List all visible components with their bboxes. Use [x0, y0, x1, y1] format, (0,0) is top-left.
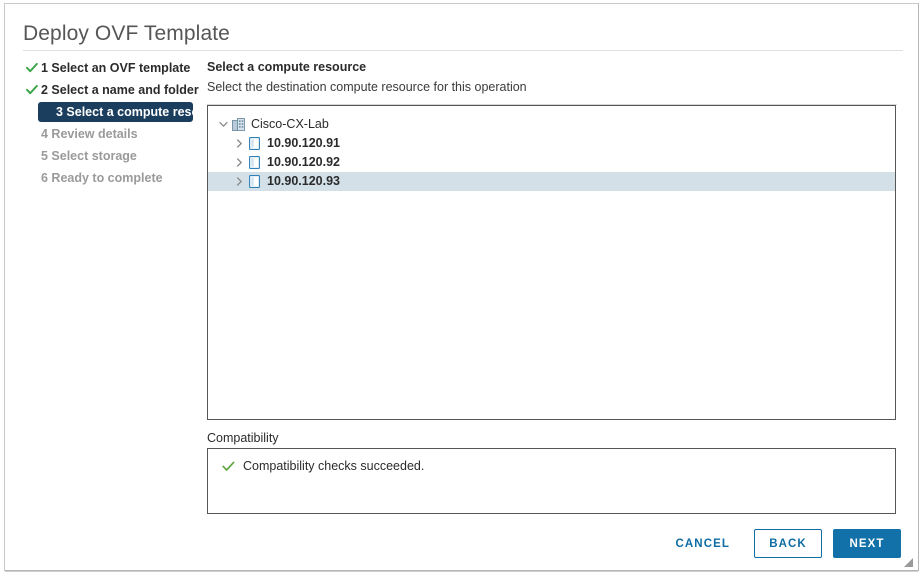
chevron-right-icon[interactable] [232, 134, 246, 153]
tree-item-10-90-120-92[interactable]: 10.90.120.92 [208, 153, 895, 172]
dialog-footer: CANCEL BACK NEXT [661, 529, 901, 558]
wizard-step-label: 4 Review details [41, 127, 138, 141]
wizard-step-4[interactable]: 4 Review details [23, 124, 195, 145]
compatibility-message: Compatibility checks succeeded. [243, 459, 425, 473]
host-icon [246, 153, 263, 172]
page-title: Deploy OVF Template [23, 22, 230, 45]
tree-item-10-90-120-93[interactable]: 10.90.120.93 [208, 172, 895, 191]
step-complete-check-icon [26, 58, 38, 79]
wizard-step-1[interactable]: 1 Select an OVF template [23, 58, 195, 79]
section-heading: Select a compute resource [207, 60, 367, 74]
tree-item-label: 10.90.120.92 [267, 155, 340, 169]
green-check-icon [222, 461, 235, 475]
chevron-down-icon[interactable] [216, 115, 230, 134]
compatibility-panel: Compatibility checks succeeded. [207, 448, 896, 514]
footer-divider [5, 571, 918, 572]
main-header: Select a compute resource Select the des… [207, 58, 897, 105]
compute-resource-tree[interactable]: Cisco-CX-Lab 10.90.120.91 10.90.120.92 10.9… [207, 105, 896, 420]
datacenter-icon [230, 115, 247, 134]
tree-item-label: 10.90.120.93 [267, 174, 340, 188]
wizard-step-3[interactable]: 3 Select a compute resource [38, 102, 226, 122]
tree-item-cisco-cx-lab[interactable]: Cisco-CX-Lab [208, 115, 895, 134]
wizard-step-label: 6 Ready to complete [41, 171, 163, 185]
wizard-step-6[interactable]: 6 Ready to complete [23, 168, 195, 189]
tree-item-10-90-120-91[interactable]: 10.90.120.91 [208, 134, 895, 153]
tree-item-label: 10.90.120.91 [267, 136, 340, 150]
host-icon [246, 172, 263, 191]
next-button[interactable]: NEXT [833, 529, 901, 558]
title-divider [23, 50, 903, 51]
wizard-step-label: 2 Select a name and folder [41, 83, 199, 97]
tree-item-label: Cisco-CX-Lab [251, 117, 329, 131]
compatibility-label: Compatibility [207, 431, 279, 445]
wizard-step-label: 5 Select storage [41, 149, 137, 163]
wizard-step-5[interactable]: 5 Select storage [23, 146, 195, 167]
section-subheading: Select the destination compute resource … [207, 80, 527, 94]
compatibility-message-row: Compatibility checks succeeded. [208, 449, 895, 475]
step-complete-check-icon [26, 80, 38, 101]
resize-grip-icon[interactable] [903, 555, 914, 567]
deploy-ovf-dialog: Deploy OVF Template 1 Select an OVF temp… [4, 3, 919, 572]
wizard-step-label: 1 Select an OVF template [41, 61, 191, 75]
back-button[interactable]: BACK [754, 529, 822, 558]
cancel-button[interactable]: CANCEL [661, 529, 744, 558]
wizard-step-label: 3 Select a compute resource [56, 105, 226, 119]
chevron-right-icon[interactable] [232, 172, 246, 191]
wizard-steps: 1 Select an OVF template 2 Select a name … [23, 58, 226, 190]
wizard-step-2[interactable]: 2 Select a name and folder [23, 80, 199, 101]
chevron-right-icon[interactable] [232, 153, 246, 172]
host-icon [246, 134, 263, 153]
